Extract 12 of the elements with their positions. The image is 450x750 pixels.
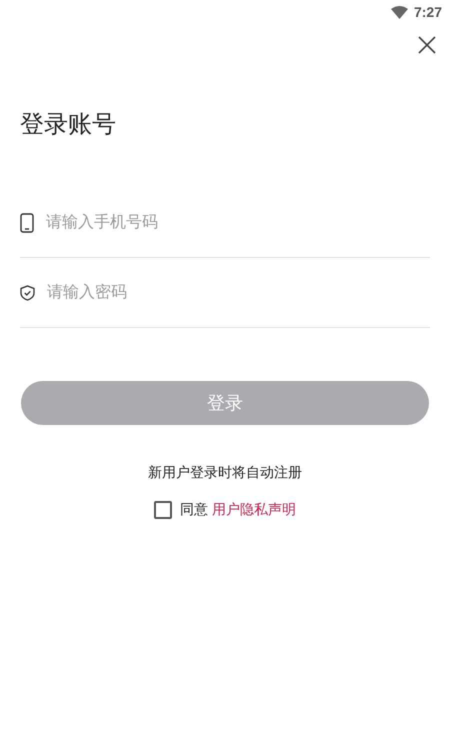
input-field[interactable]: 请输入密码 [47, 280, 430, 304]
agree-label: 同意 [180, 501, 208, 517]
status-time: 7:27 [414, 2, 442, 22]
privacy-link[interactable]: 用户隐私声明 [212, 501, 296, 517]
auto-register-note: 新用户登录时将自动注册 [147, 463, 303, 482]
page-title: 登录账号 [20, 110, 117, 140]
input-field[interactable]: 请输入手机号码 [46, 210, 430, 234]
close-button[interactable] [418, 36, 436, 54]
wifi-icon [390, 6, 408, 18]
phone-icon [20, 212, 34, 232]
shield-check-icon [20, 284, 35, 300]
agree-checkbox[interactable] [154, 500, 172, 518]
